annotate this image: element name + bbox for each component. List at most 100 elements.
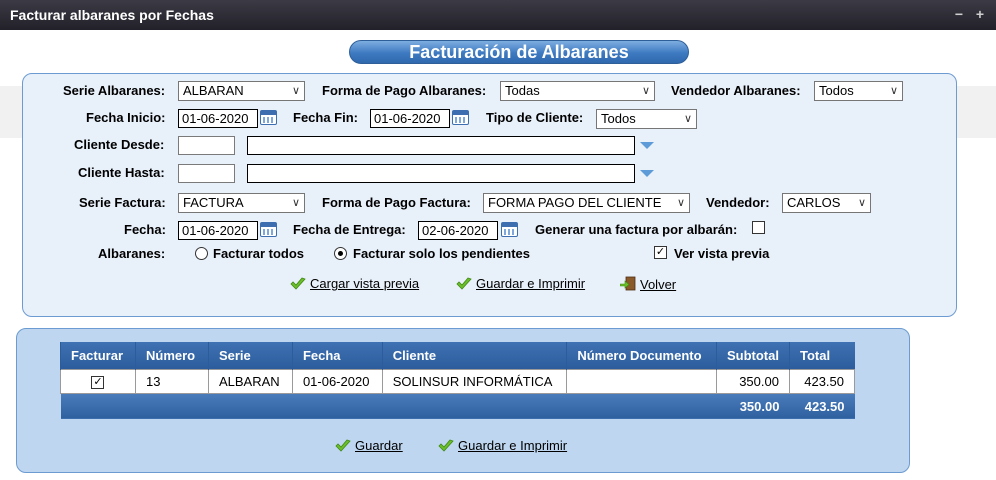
col-cliente[interactable]: Cliente (381, 342, 567, 369)
guardar-imprimir-button[interactable]: Guardar e Imprimir (456, 276, 585, 291)
tipo-cliente-label: Tipo de Cliente: (486, 110, 584, 125)
facturar-cell: ✓ (60, 368, 136, 394)
table-row[interactable]: ✓ 13 ALBARAN 01-06-2020 SOLINSUR INFORMÁ… (60, 368, 856, 394)
serie-albaranes-value: ALBARAN (183, 83, 244, 98)
fecha-inicio-input[interactable]: 01-06-2020 (178, 109, 258, 128)
forma-pago-albaranes-select[interactable]: Todas ∨ (500, 81, 655, 101)
guardar-e-imprimir-button[interactable]: Guardar e Imprimir (438, 438, 567, 453)
ver-vista-previa-label[interactable]: Ver vista previa (674, 246, 769, 261)
guardar-button[interactable]: Guardar (335, 438, 403, 453)
totals-row: 350.00 423.50 (60, 393, 855, 419)
albaranes-label: Albaranes: (98, 246, 166, 261)
dropdown-arrow-icon[interactable] (640, 170, 654, 177)
forma-pago-factura-label: Forma de Pago Factura: (322, 195, 471, 210)
page-title: Facturación de Albaranes (349, 40, 689, 64)
col-facturar[interactable]: Facturar (60, 342, 136, 369)
forma-pago-albaranes-value: Todas (505, 83, 540, 98)
tipo-cliente-value: Todos (601, 111, 636, 126)
maximize-icon[interactable]: + (973, 7, 987, 21)
vendedor-albaranes-label: Vendedor Albaranes: (671, 83, 801, 98)
cliente-hasta-label: Cliente Hasta: (78, 165, 165, 180)
fecha-inicio-label: Fecha Inicio: (86, 110, 166, 125)
check-icon (438, 439, 454, 452)
check-icon (335, 439, 351, 452)
facturar-pendientes-label[interactable]: Facturar solo los pendientes (353, 246, 530, 261)
serie-factura-value: FACTURA (183, 195, 244, 210)
fecha-entrega-label: Fecha de Entrega: (293, 222, 406, 237)
guardar-label: Guardar (355, 438, 403, 453)
fecha-fin-label: Fecha Fin: (293, 110, 359, 125)
tipo-cliente-select[interactable]: Todos ∨ (596, 109, 697, 129)
col-numero-documento[interactable]: Número Documento (566, 342, 717, 369)
cliente-cell: SOLINSUR INFORMÁTICA (381, 368, 568, 394)
col-fecha[interactable]: Fecha (291, 342, 383, 369)
chevron-down-icon: ∨ (291, 197, 300, 209)
chevron-down-icon: ∨ (676, 197, 685, 209)
serie-albaranes-select[interactable]: ALBARAN ∨ (178, 81, 305, 101)
check-icon (456, 277, 472, 290)
fecha-entrega-input[interactable]: 02-06-2020 (418, 221, 498, 240)
vendedor-value: CARLOS (787, 195, 841, 210)
cargar-vista-previa-button[interactable]: Cargar vista previa (290, 276, 419, 291)
ver-vista-previa-checkbox[interactable]: ✓ (654, 246, 667, 259)
subtotal-sum: 350.00 (716, 393, 790, 419)
volver-label: Volver (640, 277, 677, 292)
chevron-down-icon: ∨ (889, 85, 898, 97)
serie-factura-select[interactable]: FACTURA ∨ (178, 193, 305, 213)
subtotal-cell: 350.00 (715, 368, 790, 394)
minimize-icon[interactable]: − (952, 7, 966, 21)
calendar-icon[interactable] (260, 222, 277, 237)
facturar-row-checkbox[interactable]: ✓ (91, 375, 105, 389)
window-title: Facturar albaranes por Fechas (10, 7, 214, 23)
col-total[interactable]: Total (788, 342, 855, 369)
forma-pago-factura-select[interactable]: FORMA PAGO DEL CLIENTE ∨ (483, 193, 690, 213)
facturar-todos-label[interactable]: Facturar todos (213, 246, 304, 261)
fecha-label: Fecha: (124, 222, 166, 237)
vendedor-albaranes-select[interactable]: Todos ∨ (814, 81, 903, 101)
col-subtotal[interactable]: Subtotal (715, 342, 790, 369)
forma-pago-factura-value: FORMA PAGO DEL CLIENTE (488, 195, 662, 210)
una-factura-label: Generar una factura por albarán: (535, 222, 738, 237)
guardar-e-imprimir-label: Guardar e Imprimir (458, 438, 568, 453)
chevron-down-icon: ∨ (857, 197, 866, 209)
cargar-vista-previa-label: Cargar vista previa (310, 276, 420, 291)
cliente-desde-code-input[interactable] (178, 136, 235, 155)
albaranes-table: Facturar Número Serie Fecha Cliente Núme… (60, 342, 856, 419)
vendedor-select[interactable]: CARLOS ∨ (782, 193, 871, 213)
serie-cell: ALBARAN (207, 368, 293, 394)
cliente-desde-name-input[interactable] (247, 136, 635, 155)
totals-spacer (60, 393, 717, 419)
check-icon (290, 277, 306, 290)
fecha-input[interactable]: 01-06-2020 (178, 221, 258, 240)
table-header-row: Facturar Número Serie Fecha Cliente Núme… (60, 342, 855, 369)
forma-pago-albaranes-label: Forma de Pago Albaranes: (322, 83, 487, 98)
col-numero[interactable]: Número (134, 342, 209, 369)
documento-cell (566, 368, 717, 394)
volver-button[interactable]: Volver (620, 276, 676, 292)
guardar-imprimir-label: Guardar e Imprimir (476, 276, 586, 291)
cliente-desde-label: Cliente Desde: (74, 137, 165, 152)
exit-door-icon (620, 276, 636, 291)
facturar-pendientes-radio[interactable] (334, 247, 347, 260)
fecha-cell: 01-06-2020 (291, 368, 383, 394)
calendar-icon[interactable] (501, 222, 518, 237)
dropdown-arrow-icon[interactable] (640, 142, 654, 149)
fecha-fin-input[interactable]: 01-06-2020 (370, 109, 450, 128)
cliente-hasta-name-input[interactable] (247, 164, 635, 183)
serie-factura-label: Serie Factura: (79, 195, 166, 210)
chevron-down-icon: ∨ (291, 85, 300, 97)
chevron-down-icon: ∨ (683, 113, 692, 125)
una-factura-checkbox[interactable] (752, 221, 765, 234)
chevron-down-icon: ∨ (641, 85, 650, 97)
vendedor-label: Vendedor: (706, 195, 770, 210)
calendar-icon[interactable] (452, 110, 469, 125)
cliente-hasta-code-input[interactable] (178, 164, 235, 183)
calendar-icon[interactable] (260, 110, 277, 125)
facturar-todos-radio[interactable] (195, 247, 208, 260)
col-serie[interactable]: Serie (207, 342, 293, 369)
window-titlebar: Facturar albaranes por Fechas (0, 0, 996, 30)
total-cell: 423.50 (788, 368, 856, 394)
vendedor-albaranes-value: Todos (819, 83, 854, 98)
serie-albaranes-label: Serie Albaranes: (63, 83, 166, 98)
total-sum: 423.50 (789, 393, 855, 419)
